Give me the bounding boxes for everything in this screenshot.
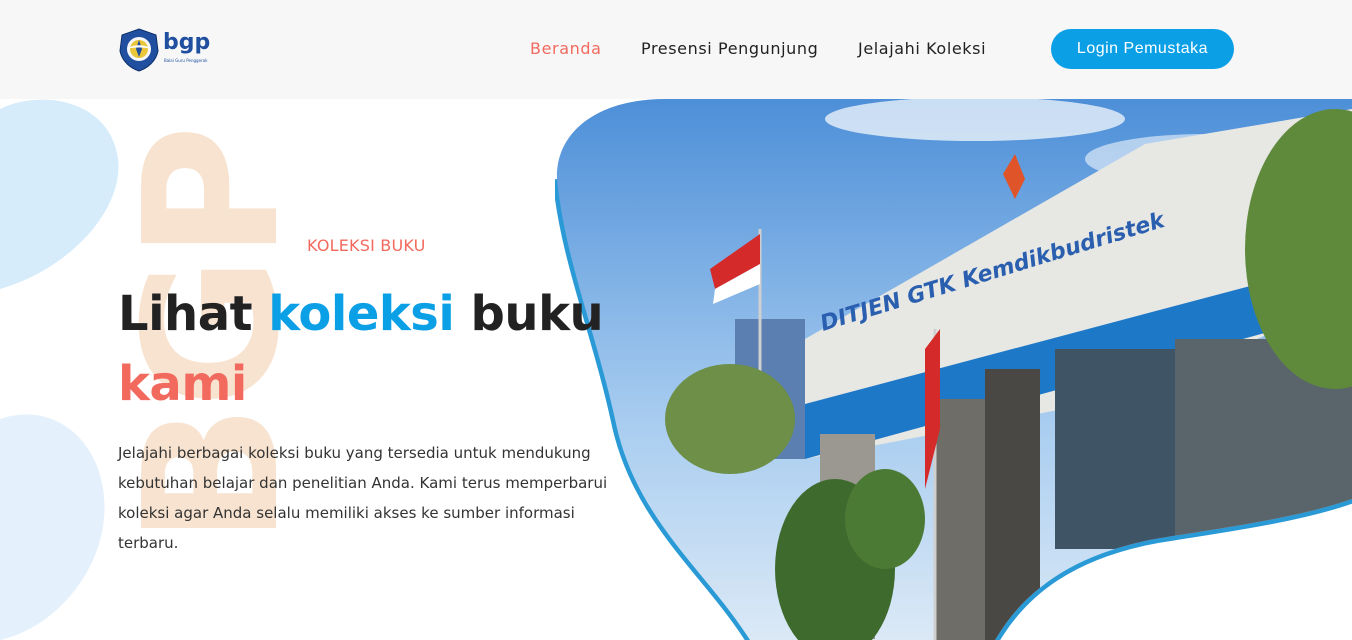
logo-wordmark: bgp (163, 30, 211, 55)
bgp-logo[interactable]: bgp Balai Guru Penggerak (118, 27, 212, 72)
headline-part2: buku (454, 286, 604, 342)
gedung-ditjen-gtk-photo: DITJEN GTK Kemdikbudristek (555, 99, 1352, 640)
nav-item-jelajahi-koleksi[interactable]: Jelajahi Koleksi (858, 39, 986, 58)
nav-item-beranda[interactable]: Beranda (530, 39, 602, 58)
headline-highlight: koleksi (268, 286, 455, 342)
headline-line2: kami (118, 356, 247, 412)
login-pemustaka-button[interactable]: Login Pemustaka (1051, 29, 1234, 69)
section-eyebrow: KOLEKSI BUKU (307, 236, 426, 255)
headline-part1: Lihat (118, 286, 269, 342)
hero-headline: Lihat koleksi buku kami (118, 279, 638, 419)
site-header: bgp Balai Guru Penggerak Beranda Presens… (0, 0, 1352, 99)
nav-item-presensi-pengunjung[interactable]: Presensi Pengunjung (641, 39, 818, 58)
logo-subtext: Balai Guru Penggerak (164, 58, 208, 63)
hero-description: Jelajahi berbagai koleksi buku yang ters… (118, 444, 608, 552)
tut-wuri-emblem-icon (119, 28, 159, 72)
